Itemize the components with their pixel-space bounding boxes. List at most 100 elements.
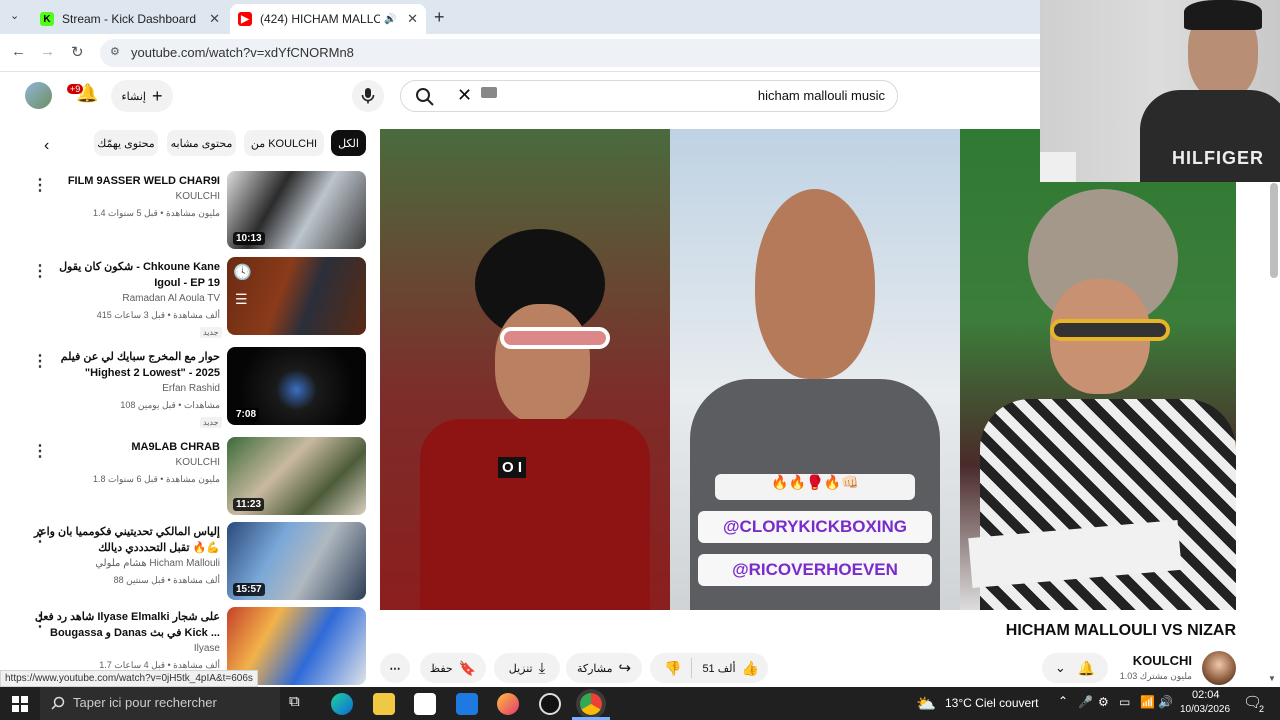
video-title[interactable]: شكون كان يقول - Chkoune Kane Igoul - EP … (50, 259, 220, 291)
avatar[interactable] (25, 82, 52, 109)
chip-related[interactable]: محتوى مشابه (167, 130, 236, 156)
video-title[interactable]: شاهد رد فعل Ilyase Elmalki على شجار Boug… (20, 609, 220, 641)
voice-search-button[interactable] (352, 80, 384, 112)
clock-time[interactable]: 02:04 (1192, 689, 1220, 701)
file-explorer-icon[interactable] (373, 693, 395, 715)
video-pane-right (960, 129, 1236, 610)
microsoft-store-icon[interactable] (414, 693, 436, 715)
new-badge: جديد (200, 417, 222, 428)
volume-icon[interactable]: 🔊 (1158, 695, 1173, 709)
download-icon: ⤓ (538, 659, 546, 677)
tray-app-icon[interactable]: ⚙ (1098, 695, 1109, 709)
obs-icon[interactable] (539, 693, 561, 715)
speaker-icon[interactable]: 🔊 (384, 14, 396, 25)
video-thumbnail[interactable]: 10:13 (227, 171, 366, 249)
overlay-text: O I (498, 457, 527, 478)
video-thumbnail[interactable]: 11:23 (227, 437, 366, 515)
clock-date[interactable]: 10/03/2026 (1180, 704, 1230, 715)
close-tab-icon[interactable]: ✕ (407, 11, 418, 27)
video-thumbnail[interactable]: 7:08 (227, 347, 366, 425)
video-title[interactable]: حوار مع المخرج سبايك لي عن فيلم "Highest… (50, 349, 220, 381)
channel-name[interactable]: Ramadan Al Aoula TV (50, 293, 220, 304)
channel-name-main[interactable]: KOULCHI (1133, 653, 1192, 668)
video-meta: 1.4 مليون مشاهدة • قبل 5 سنوات (93, 208, 220, 218)
chip-from-koulchi[interactable]: من KOULCHI (244, 130, 324, 156)
chrome-icon[interactable] (580, 693, 602, 715)
list-item[interactable]: ⋮ شكون كان يقول - Chkoune Kane Igoul - E… (0, 257, 372, 341)
chip-all[interactable]: الكل (331, 130, 366, 156)
like-icon[interactable]: 👍 (742, 660, 759, 677)
chip-interest[interactable]: محتوى يهمّك (94, 130, 158, 156)
reload-icon[interactable]: ↻ (71, 43, 84, 61)
more-options-icon[interactable]: ⋮ (32, 261, 48, 281)
emoji-overlay: 🔥🔥🥊🔥👊🏻 (715, 474, 915, 500)
more-options-icon[interactable]: ⋮ (32, 175, 48, 195)
video-title[interactable]: FILM 9ASSER WELD CHAR9I (50, 173, 220, 189)
video-thumbnail[interactable]: 🕓 ☰ (227, 257, 366, 335)
search-icon[interactable] (415, 87, 435, 107)
more-actions-button[interactable]: ⋯ (380, 653, 410, 683)
add-to-queue-icon[interactable]: ☰ (235, 291, 248, 308)
bookmark-icon: 🔖 (458, 659, 477, 676)
search-box[interactable]: ✕ hicham mallouli music (400, 80, 898, 112)
share-button[interactable]: مشاركة ↪ (566, 653, 642, 683)
red-jacket (420, 419, 650, 610)
watch-later-icon[interactable]: 🕓 (233, 263, 252, 281)
taskbar-search-field[interactable]: Taper ici pour rechercher (40, 687, 280, 720)
channel-name[interactable]: KOULCHI (50, 457, 220, 468)
more-options-icon[interactable]: ⋮ (32, 351, 48, 371)
tab-kick-dashboard[interactable]: K Stream - Kick Dashboard ✕ (32, 4, 228, 34)
tab-list-chevron-icon[interactable]: ⌄ (10, 9, 19, 22)
close-tab-icon[interactable]: ✕ (209, 11, 220, 27)
weather-text[interactable]: 13°C Ciel couvert (945, 696, 1039, 710)
scroll-down-icon[interactable]: ▼ (1268, 674, 1276, 683)
network-icon[interactable]: 📶 (1140, 695, 1155, 709)
weather-icon[interactable]: ⛅ (916, 694, 936, 714)
channel-avatar[interactable] (1202, 651, 1236, 685)
battery-icon[interactable]: ▭ (1119, 695, 1130, 709)
new-tab-button[interactable]: + (434, 7, 445, 28)
save-button[interactable]: حفظ 🔖 (420, 653, 486, 683)
page-scrollbar[interactable] (1270, 183, 1278, 278)
dislike-icon[interactable]: 👎 (664, 660, 681, 677)
video-meta: 88 ألف مشاهدة • قبل سنتين (113, 575, 220, 585)
chips-prev-icon[interactable]: ‹ (44, 137, 49, 155)
edge-icon[interactable] (331, 693, 353, 715)
subscribed-button[interactable]: ⌄ 🔔 (1042, 653, 1108, 683)
list-item[interactable]: ⋮ إلياس المالكي تحديتيني فكومميا بان واع… (0, 522, 372, 606)
site-info-icon[interactable]: ⚙ (110, 45, 120, 58)
keyboard-icon[interactable] (481, 87, 497, 98)
mail-icon[interactable] (456, 693, 478, 715)
forward-icon[interactable]: → (40, 43, 55, 60)
duration-badge: 10:13 (233, 232, 265, 245)
download-button[interactable]: تنزيل ⤓ (494, 653, 560, 683)
tab-youtube[interactable]: ▶ (424) HICHAM MALLOULI V 🔊 ✕ (230, 4, 426, 34)
create-button[interactable]: إنشاء + (111, 80, 173, 112)
video-player[interactable]: O I 🔥🔥🥊🔥👊🏻 @CLORYKICKBOXING @RICOVERHOEV… (380, 129, 1236, 610)
subscriber-count: 1.03 مليون مشترك (1119, 671, 1192, 681)
list-item[interactable]: ⋮ حوار مع المخرج سبايك لي عن فيلم "Highe… (0, 347, 372, 431)
firefox-icon[interactable] (497, 693, 519, 715)
more-options-icon[interactable]: ⋮ (32, 441, 48, 461)
glasses (1050, 319, 1170, 341)
list-item[interactable]: ⋮ MA9LAB CHRAB KOULCHI 1.8 مليون مشاهدة … (0, 437, 372, 521)
channel-name[interactable]: Erfan Rashid (50, 383, 220, 394)
video-thumbnail[interactable]: 15:57 (227, 522, 366, 600)
video-title[interactable]: MA9LAB CHRAB (50, 439, 220, 455)
channel-name[interactable]: Ilyase (50, 643, 220, 654)
video-title[interactable]: إلياس المالكي تحديتيني فكومميا بان واعر … (20, 524, 220, 556)
video-meta: 1.8 مليون مشاهدة • قبل 6 سنوات (93, 474, 220, 484)
tray-chevron-up-icon[interactable]: ⌃ (1058, 694, 1068, 708)
tab-title: (424) HICHAM MALLOULI V (260, 12, 380, 26)
url-field[interactable]: ⚙ youtube.com/watch?v=xdYfCNORMn8 (100, 39, 1100, 67)
channel-name[interactable]: هشام ملولي Hicham Mallouli (50, 558, 220, 569)
search-input[interactable]: hicham mallouli music (758, 88, 885, 103)
microphone-tray-icon[interactable]: 🎤 (1078, 695, 1093, 709)
list-item[interactable]: ⋮ FILM 9ASSER WELD CHAR9I KOULCHI 1.4 مل… (0, 171, 372, 255)
like-count[interactable]: 51 ألف (702, 662, 735, 675)
channel-name[interactable]: KOULCHI (50, 191, 220, 202)
task-view-icon[interactable]: ⧉ (289, 693, 311, 715)
clear-search-icon[interactable]: ✕ (457, 85, 472, 106)
windows-start-icon[interactable] (12, 696, 28, 712)
back-icon[interactable]: ← (11, 43, 26, 60)
